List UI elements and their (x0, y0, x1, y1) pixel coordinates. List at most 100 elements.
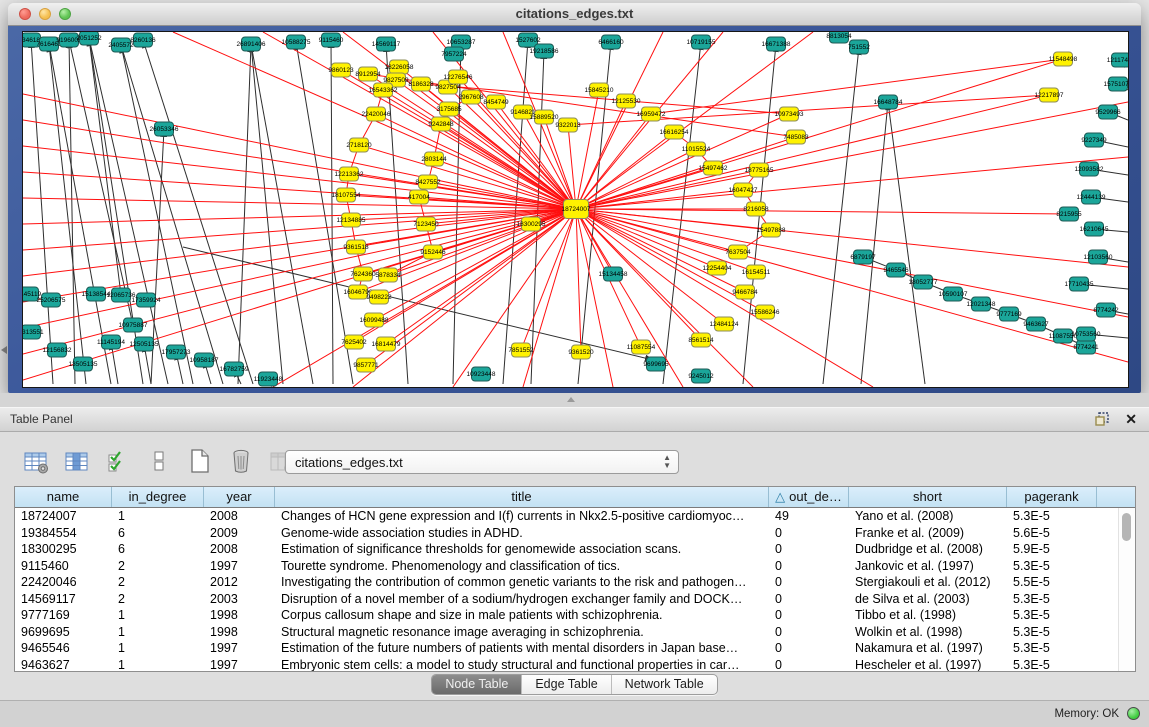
graph-node-label: 9463627 (1023, 321, 1049, 328)
cell-year: 1998 (204, 607, 275, 624)
graph-node-label: 13505135 (69, 361, 98, 368)
column-header-year[interactable]: year (204, 487, 275, 507)
graph-node-label: 3175685 (436, 106, 462, 113)
table-row[interactable]: 1456911722003Disruption of a novel membe… (15, 591, 1135, 608)
graph-node-label: 17957273 (162, 349, 191, 356)
graph-node-label: 12134885 (337, 217, 366, 224)
cell-title: Genome-wide association studies in ADHD. (275, 525, 769, 542)
table-row[interactable]: 969969511998Structural magnetic resonanc… (15, 624, 1135, 641)
network-frame: 9860123891295418226058982750916543362224… (8, 26, 1141, 393)
graph-node-label: 15889520 (530, 114, 559, 121)
graph-node-label: 8454749 (483, 99, 509, 106)
table-settings-icon[interactable] (22, 447, 50, 475)
table-row[interactable]: 946554611997Estimation of the future num… (15, 640, 1135, 657)
cell-in-degree: 6 (112, 525, 204, 542)
cell-pagerank: 5.3E-5 (1007, 558, 1097, 575)
network-canvas[interactable]: 9860123891295418226058982750916543362224… (22, 31, 1129, 388)
graph-node-label: 10958187 (190, 357, 219, 364)
table-row[interactable]: 2242004622012Investigating the contribut… (15, 574, 1135, 591)
show-columns-icon[interactable] (63, 447, 91, 475)
table-row[interactable]: 1872400712008Changes of HCN gene express… (15, 508, 1135, 525)
graph-node-label: 9322013 (555, 122, 581, 129)
graph-node-label: 16210645 (1080, 226, 1109, 233)
cytoscape-app: citations_edges.txt 98601238912954182260… (0, 0, 1149, 727)
tab-network-table[interactable]: Network Table (612, 675, 717, 694)
close-panel-icon[interactable]: ✕ (1125, 411, 1137, 427)
cell-short: de Silva et al. (2003) (849, 591, 1007, 608)
tab-node-table[interactable]: Node Table (432, 675, 522, 694)
graph-node-label: 7637504 (725, 249, 751, 256)
cell-pagerank: 5.5E-5 (1007, 574, 1097, 591)
cell-name: 9115460 (15, 558, 112, 575)
row-height-icon[interactable] (145, 447, 173, 475)
table-row[interactable]: 911546021997Tourette syndrome. Phenomeno… (15, 558, 1135, 575)
graph-node-label: 751552 (848, 44, 870, 51)
window-titlebar[interactable]: citations_edges.txt (8, 3, 1141, 26)
table-tabs: Node TableEdge TableNetwork Table (431, 674, 717, 695)
graph-node-label: 12117445 (1107, 57, 1129, 64)
float-panel-icon[interactable] (1095, 412, 1111, 427)
panel-splitter[interactable] (0, 393, 1149, 407)
new-column-icon[interactable] (186, 447, 214, 475)
graph-node-label: 12484124 (710, 321, 739, 328)
table-scrollbar-thumb[interactable] (1122, 513, 1131, 541)
graph-node-label: 9227349 (1081, 137, 1107, 144)
table-panel: Table Panel ✕ f(x) citations_edges.txt ▲… (0, 407, 1149, 700)
cell-pagerank: 5.6E-5 (1007, 525, 1097, 542)
graph-node-label: 11145194 (97, 339, 125, 346)
cell-name: 9699695 (15, 624, 112, 641)
table-row[interactable]: 977716911998Corpus callosum shape and si… (15, 607, 1135, 624)
column-header-label: in_degree (129, 489, 187, 504)
graph-node-label: 9361520 (568, 349, 594, 356)
cell-out-de-: 0 (769, 607, 849, 624)
graph-node-label: 25206575 (37, 297, 66, 304)
graph-node-label: 9245012 (688, 373, 714, 380)
graph-node-label: 15586246 (751, 309, 780, 316)
cell-out-de-: 0 (769, 541, 849, 558)
sort-ascending-icon: △ (775, 489, 785, 504)
column-header-pagerank[interactable]: pagerank (1007, 487, 1097, 507)
graph-node-label: 7851552 (508, 347, 534, 354)
graph-node-label: 10975887 (119, 322, 148, 329)
column-header-in-degree[interactable]: in_degree (112, 487, 204, 507)
graph-node-label: 11087554 (627, 344, 656, 351)
table-row[interactable]: 946362711997Embryonic stem cells: a mode… (15, 657, 1135, 673)
cell-title: Embryonic stem cells: a model to study s… (275, 657, 769, 673)
cell-year: 2012 (204, 574, 275, 591)
column-header-filler (1097, 487, 1135, 507)
graph-node-label: 8215955 (1056, 211, 1082, 218)
cell-pagerank: 5.3E-5 (1007, 591, 1097, 608)
table-row[interactable]: 1938455462009Genome-wide association stu… (15, 525, 1135, 542)
table-body: 1872400712008Changes of HCN gene express… (15, 508, 1135, 672)
table-panel-title: Table Panel (10, 412, 73, 426)
select-all-icon[interactable] (104, 447, 132, 475)
graph-node-label: 7485083 (783, 134, 809, 141)
column-header-title[interactable]: title (275, 487, 769, 507)
column-header-out-de-[interactable]: △out_de… (769, 487, 849, 507)
cell-title: Estimation of significance thresholds fo… (275, 541, 769, 558)
table-scrollbar[interactable] (1118, 508, 1135, 671)
column-header-short[interactable]: short (849, 487, 1007, 507)
graph-node-label: 10973493 (775, 111, 804, 118)
graph-node-label: 11015524 (682, 146, 711, 153)
tab-edge-table[interactable]: Edge Table (522, 675, 611, 694)
graph-node-label: 12156832 (43, 347, 72, 354)
graph-node-label: 26053346 (150, 126, 179, 133)
column-header-label: title (511, 489, 531, 504)
graph-node-label: 9857771 (353, 362, 379, 369)
graph-node-label: 16782759 (220, 366, 249, 373)
table-selector[interactable]: citations_edges.txt ▲▼ (285, 450, 679, 474)
graph-node-label: 9242848 (428, 121, 454, 128)
graph-node-label: 5878334 (375, 272, 401, 279)
delete-column-icon[interactable] (227, 447, 255, 475)
graph-node-label: 12276546 (444, 74, 473, 81)
graph-node-label: 7625402 (341, 339, 367, 346)
table-row[interactable]: 1830029562008Estimation of significance … (15, 541, 1135, 558)
graph-node-label: 10923448 (467, 371, 496, 378)
cell-out-de-: 0 (769, 558, 849, 575)
graph-node-label: 15497888 (757, 227, 786, 234)
panel-collapse-arrow[interactable] (1, 346, 7, 354)
graph-node-label: 8427552 (415, 179, 441, 186)
graph-node-label: 10590107 (939, 291, 968, 298)
column-header-name[interactable]: name (15, 487, 112, 507)
